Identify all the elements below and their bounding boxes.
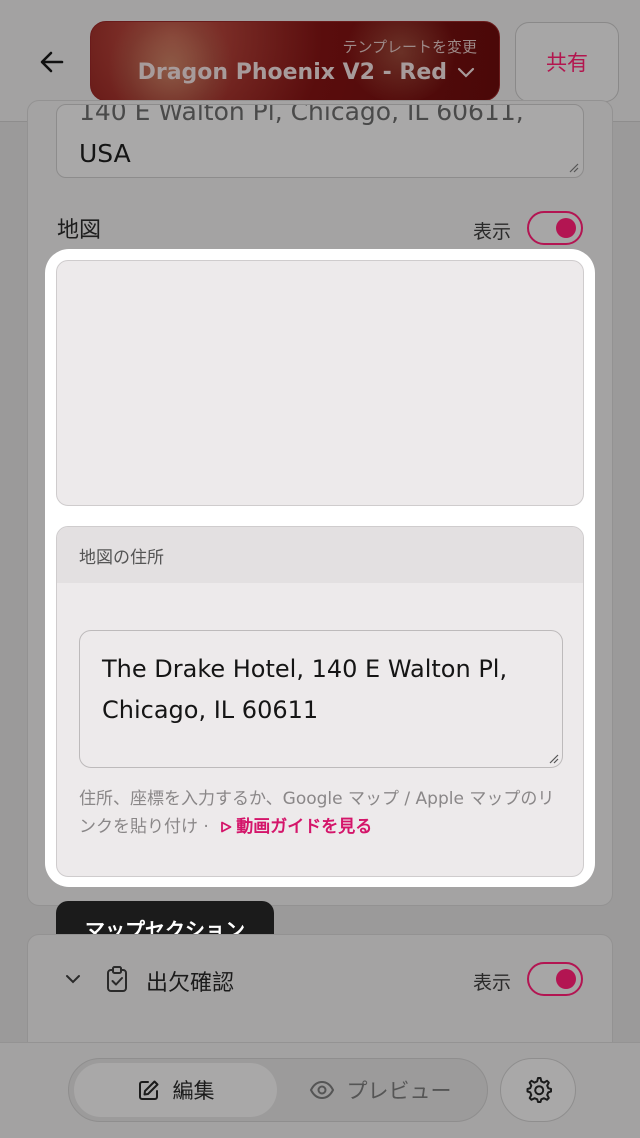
attendance-show-label: 表示 <box>473 972 512 994</box>
template-name: Dragon Phoenix V2 - Red <box>137 60 447 85</box>
toggle-knob <box>556 218 576 238</box>
chevron-down-icon <box>457 67 475 78</box>
toggle-knob <box>556 969 576 989</box>
map-address-card: 地図の住所 The Drake Hotel, 140 E Walton Pl, … <box>56 526 584 877</box>
gear-icon <box>526 1077 552 1103</box>
resize-handle-icon[interactable] <box>567 161 579 173</box>
chevron-down-icon[interactable] <box>64 970 82 988</box>
settings-button[interactable] <box>500 1058 576 1122</box>
map-address-help: 住所、座標を入力するか、Google マップ / Apple マップのリンクを貼… <box>79 785 569 841</box>
resize-handle-icon[interactable] <box>547 752 559 764</box>
map-address-input[interactable]: The Drake Hotel, 140 E Walton Pl, Chicag… <box>79 630 563 768</box>
map-address-title: 地図の住所 <box>79 548 164 568</box>
edit-tab-label: 編集 <box>172 1079 215 1103</box>
attendance-show-toggle[interactable] <box>527 962 583 996</box>
preview-tab-label: プレビュー <box>346 1079 452 1103</box>
video-guide-link[interactable]: 動画ガイドを見る <box>236 817 372 837</box>
eye-icon <box>309 1080 334 1100</box>
map-address-card-header: 地図の住所 <box>57 527 583 583</box>
map-address-value: The Drake Hotel, 140 E Walton Pl, Chicag… <box>102 655 508 724</box>
attendance-section-title: 出欠確認 <box>146 971 235 996</box>
map-show-label: 表示 <box>473 221 512 243</box>
share-button[interactable]: 共有 <box>515 22 619 102</box>
template-hint: テンプレートを変更 <box>342 38 477 56</box>
template-switcher-button[interactable]: テンプレートを変更 Dragon Phoenix V2 - Red <box>90 21 500 101</box>
venue-address-text: 140 E Walton Pl, Chicago, IL 60611, USA <box>79 104 524 168</box>
arrow-left-icon <box>40 51 64 73</box>
map-show-toggle[interactable] <box>527 211 583 245</box>
map-section-spotlight: 地図の住所 The Drake Hotel, 140 E Walton Pl, … <box>45 249 595 887</box>
venue-address-textarea[interactable]: 140 E Walton Pl, Chicago, IL 60611, USA <box>56 104 584 178</box>
map-preview[interactable] <box>56 260 584 506</box>
template-name-wrap: Dragon Phoenix V2 - Red <box>138 60 475 85</box>
map-section-label: 地図 <box>57 218 102 243</box>
edit-icon <box>138 1080 158 1100</box>
play-icon <box>221 821 232 833</box>
preview-tab[interactable]: プレビュー <box>285 1063 475 1117</box>
back-button[interactable] <box>30 40 74 84</box>
edit-tab[interactable]: 編集 <box>74 1063 277 1117</box>
clipboard-check-icon <box>107 966 127 992</box>
